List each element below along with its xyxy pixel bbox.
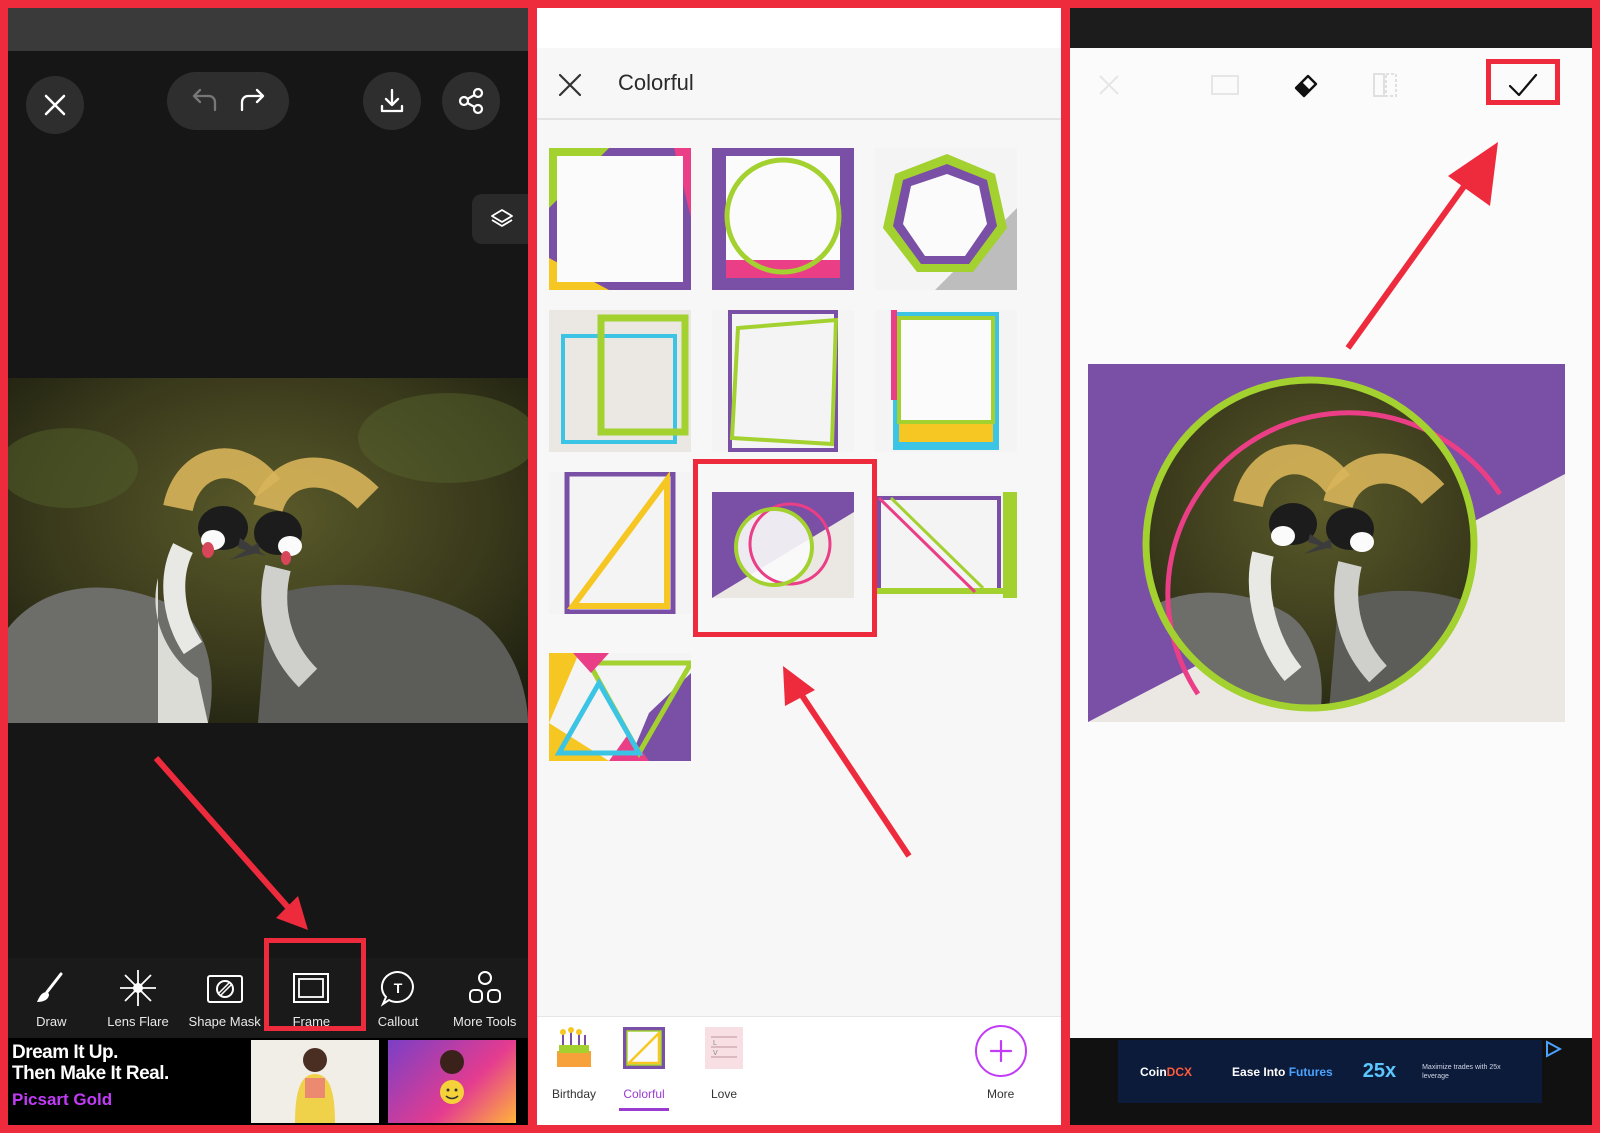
editor-panel: Draw Lens Flare Shape Mask Frame T Callo… [8, 8, 528, 1125]
ad-content: CoinDCX Ease Into Futures 25x Maximize t… [1118, 1040, 1542, 1103]
download-icon [380, 88, 404, 113]
ad-leverage: 25x [1362, 1060, 1397, 1082]
tool-more-tools[interactable]: More Tools [441, 958, 528, 1038]
annotation-arrow [1345, 142, 1498, 350]
frame-option[interactable] [712, 148, 854, 290]
picker-header: Colorful [537, 48, 1061, 120]
shape-mask-icon [206, 975, 243, 1003]
brush-icon [37, 972, 63, 1002]
frame-picker-panel: Colorful Birthday Colorful L V Love More [537, 8, 1061, 1125]
category-label: Love [710, 1087, 738, 1101]
close-button[interactable] [547, 62, 593, 108]
frame-tool-highlight [264, 938, 366, 1031]
plus-icon [989, 1039, 1013, 1063]
flip-icon [1373, 73, 1397, 97]
birthday-thumb [557, 1027, 591, 1067]
eraser-icon [1294, 74, 1318, 98]
layers-icon [491, 209, 513, 227]
frame-option[interactable] [875, 310, 1017, 452]
redo-button[interactable] [233, 81, 273, 121]
eraser-button[interactable] [1280, 60, 1330, 110]
frame-option[interactable] [875, 148, 1017, 290]
ad-brand: CoinDCX [1140, 1064, 1193, 1079]
more-tools-icon [468, 971, 501, 1003]
close-icon [44, 94, 66, 116]
layers-button[interactable] [472, 194, 528, 244]
svg-text:T: T [394, 980, 403, 996]
tool-label: Shape Mask [188, 1014, 261, 1029]
category-colorful[interactable]: Colorful [609, 1025, 679, 1101]
tool-shape-mask[interactable]: Shape Mask [181, 958, 268, 1038]
ad-image [388, 1040, 516, 1123]
ad-headline: Dream It Up. Then Make It Real. [12, 1042, 169, 1084]
tool-label: More Tools [453, 1014, 517, 1029]
lens-flare-icon [120, 970, 156, 1006]
svg-text:L: L [713, 1040, 717, 1047]
frame-option[interactable] [549, 310, 691, 452]
apply-highlight [1486, 59, 1560, 105]
frame-option[interactable] [549, 148, 691, 290]
category-birthday[interactable]: Birthday [539, 1025, 609, 1101]
download-button[interactable] [363, 72, 421, 130]
frame-option[interactable] [875, 492, 1017, 598]
close-button[interactable] [26, 76, 84, 134]
close-icon [1099, 75, 1119, 95]
result-panel: CoinDCX Ease Into Futures 25x Maximize t… [1070, 8, 1592, 1125]
annotation-arrow [783, 666, 912, 858]
redo-icon [240, 88, 264, 112]
category-label: Colorful [623, 1087, 665, 1101]
framed-photo [1088, 364, 1565, 722]
page-title: Colorful [618, 70, 694, 95]
share-button[interactable] [442, 72, 500, 130]
ad-fine-print: Maximize trades with 25x leverage [1422, 1063, 1501, 1080]
ad-banner[interactable]: Dream It Up. Then Make It Real. Picsart … [8, 1038, 528, 1125]
share-icon [458, 87, 484, 115]
selected-frame-highlight [693, 459, 877, 637]
frame-option[interactable] [549, 472, 691, 614]
ad-image [251, 1040, 379, 1123]
ad-brand: Picsart Gold [12, 1090, 113, 1109]
photo-canvas[interactable] [8, 378, 528, 723]
status-bar [537, 8, 1061, 48]
category-love[interactable]: LV Love [689, 1025, 759, 1101]
category-label: Birthday [551, 1087, 597, 1101]
active-category-indicator [619, 1108, 669, 1111]
ad-banner[interactable]: CoinDCX Ease Into Futures 25x Maximize t… [1070, 1038, 1592, 1125]
tool-label: Lens Flare [107, 1014, 169, 1029]
tool-lens-flare[interactable]: Lens Flare [95, 958, 182, 1038]
frame-option[interactable] [712, 310, 854, 452]
love-thumb: LV [705, 1027, 743, 1069]
more-button[interactable] [975, 1025, 1027, 1077]
undo-button[interactable] [184, 81, 224, 121]
callout-icon: T [380, 970, 414, 1007]
undo-redo-group [167, 72, 289, 130]
crowned-cranes-image [8, 378, 528, 723]
framed-result-image [1088, 364, 1565, 722]
svg-text:V: V [713, 1050, 718, 1057]
tool-callout[interactable]: T Callout [355, 958, 442, 1038]
ad-tagline: Ease Into Futures [1232, 1064, 1333, 1079]
tool-draw[interactable]: Draw [8, 958, 95, 1038]
status-bar [1070, 8, 1592, 48]
flip-button[interactable] [1360, 60, 1410, 110]
tool-label: Draw [36, 1014, 67, 1029]
close-button[interactable] [1084, 60, 1134, 110]
undo-icon [192, 88, 216, 112]
status-bar [8, 8, 528, 51]
more-label: More [987, 1087, 1015, 1101]
colorful-thumb [623, 1027, 665, 1069]
category-bar: Birthday Colorful LV Love More [537, 1016, 1061, 1125]
frame-adjust-icon [1211, 75, 1239, 95]
close-icon [558, 73, 582, 97]
ad-choices-icon[interactable] [1544, 1040, 1563, 1063]
tool-label: Callout [377, 1014, 419, 1029]
adjust-button[interactable] [1200, 60, 1250, 110]
